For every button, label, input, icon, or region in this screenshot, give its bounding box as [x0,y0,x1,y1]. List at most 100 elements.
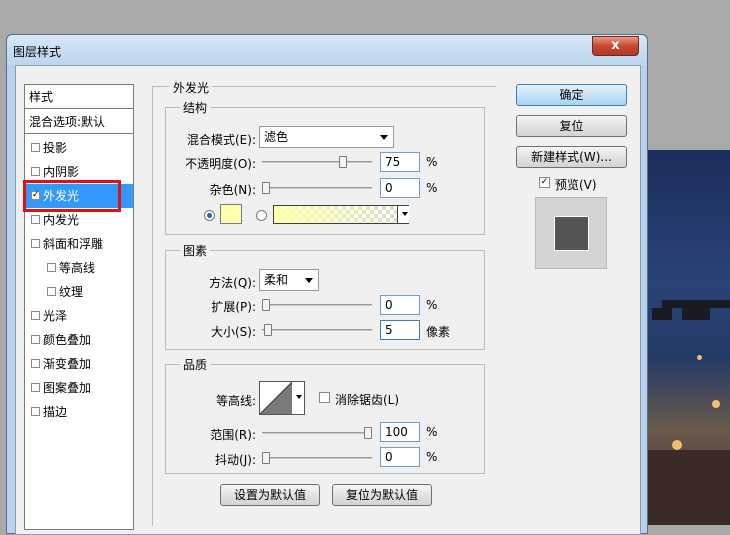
noise-input[interactable]: 0 [380,178,420,198]
contour-picker[interactable] [259,381,305,415]
noise-unit: % [426,181,438,195]
style-item[interactable]: 纹理 [25,280,133,304]
style-item-label: 颜色叠加 [43,333,92,347]
noise-slider[interactable] [262,187,372,189]
style-item-label: 等高线 [59,261,96,275]
technique-value: 柔和 [264,273,289,287]
style-item-label: 纹理 [59,285,84,299]
noise-label: 杂色(N): [209,183,256,197]
style-item-checkbox[interactable] [31,335,40,344]
style-item-label: 图案叠加 [43,381,92,395]
gradient-picker[interactable] [273,205,409,224]
style-item-checkbox[interactable] [47,263,56,272]
style-item-label: 光泽 [43,309,68,323]
elements-title: 图素 [180,242,211,259]
new-style-button[interactable]: 新建样式(W)... [516,146,627,168]
chevron-down-icon [380,135,388,140]
outer-glow-title: 外发光 [170,79,213,96]
jitter-input[interactable]: 0 [380,447,420,467]
blend-options-item[interactable]: 混合选项:默认 [25,110,133,134]
size-slider[interactable] [262,329,372,331]
style-item-checkbox[interactable] [31,143,40,152]
size-slider-thumb[interactable] [264,324,273,336]
style-item[interactable]: 投影 [25,136,133,160]
ok-button[interactable]: 确定 [516,84,627,106]
style-item[interactable]: 光泽 [25,304,133,328]
spread-input[interactable]: 0 [380,295,420,315]
style-item-label: 投影 [43,141,68,155]
style-item-checkbox[interactable] [31,407,40,416]
style-item[interactable]: 斜面和浮雕 [25,232,133,256]
title-bar: 图层样式 x [7,35,647,65]
style-item[interactable]: 颜色叠加 [25,328,133,352]
style-item[interactable]: 渐变叠加 [25,352,133,376]
preview-thumbnail [535,197,607,269]
reset-default-button[interactable]: 复位为默认值 [332,484,432,506]
style-item[interactable]: 图案叠加 [25,376,133,400]
jitter-unit: % [426,450,438,464]
jitter-slider[interactable] [262,457,372,459]
spread-slider-thumb[interactable] [262,299,270,311]
opacity-slider[interactable] [262,161,372,163]
technique-label: 方法(Q): [209,276,256,290]
size-input[interactable]: 5 [380,320,420,340]
chevron-down-icon [402,212,408,216]
noise-slider-thumb[interactable] [262,182,270,194]
set-default-button[interactable]: 设置为默认值 [220,484,320,506]
opacity-label: 不透明度(O): [185,157,256,171]
style-item-label: 渐变叠加 [43,357,92,371]
styles-list: 样式 混合选项:默认 投影 内阴影 ✓ 外发光 内发光 斜面和浮雕 等高线 纹理 光泽 颜色叠加渐… [24,84,134,530]
style-item-checkbox[interactable] [31,215,40,224]
chevron-down-icon [296,395,302,399]
preview-checkbox[interactable]: ✓ [539,177,550,188]
range-unit: % [426,425,438,439]
blend-mode-dropdown[interactable]: 滤色 [259,126,394,148]
anti-alias-label: 消除锯齿(L) [335,393,400,407]
chevron-down-icon [305,278,313,283]
styles-header[interactable]: 样式 [25,85,133,109]
style-item-checkbox[interactable] [31,359,40,368]
jitter-slider-thumb[interactable] [262,452,270,464]
preview-label: 预览(V) [555,178,597,192]
window-title: 图层样式 [13,45,62,59]
size-label: 大小(S): [210,325,256,339]
style-item-checkbox[interactable] [47,287,56,296]
spread-label: 扩展(P): [211,300,256,314]
contour-curve-icon [260,382,292,414]
style-item-checkbox[interactable] [31,311,40,320]
close-button[interactable]: x [592,36,639,56]
spread-unit: % [426,298,438,312]
glow-color-swatch[interactable] [220,204,242,224]
blend-mode-value: 滤色 [264,130,289,144]
contour-label: 等高线: [215,394,256,408]
background-photo [642,150,730,525]
jitter-label: 抖动(J): [215,453,256,467]
highlight-box [23,180,121,212]
gradient-dropdown-arrow[interactable] [397,206,409,223]
style-item-checkbox[interactable] [31,383,40,392]
range-slider-thumb[interactable] [364,427,372,439]
preview-swatch [555,217,588,250]
gradient-radio[interactable] [256,210,267,221]
style-item[interactable]: 等高线 [25,256,133,280]
size-unit: 像素 [426,325,451,339]
style-item-checkbox[interactable] [31,239,40,248]
style-item-checkbox[interactable] [31,167,40,176]
opacity-unit: % [426,155,438,169]
style-item-label: 描边 [43,405,68,419]
opacity-slider-thumb[interactable] [338,156,347,168]
style-item-label: 斜面和浮雕 [43,237,104,251]
range-input[interactable]: 100 [380,422,420,442]
opacity-input[interactable]: 75 [380,152,420,172]
spread-slider[interactable] [262,304,372,306]
color-radio[interactable] [204,210,215,221]
reset-button[interactable]: 复位 [516,115,627,137]
structure-title: 结构 [180,99,211,116]
style-item[interactable]: 描边 [25,400,133,424]
anti-alias-checkbox[interactable] [319,392,330,403]
blend-mode-label: 混合模式(E): [187,133,256,147]
quality-title: 品质 [180,356,211,373]
technique-dropdown[interactable]: 柔和 [259,269,319,291]
range-label: 范围(R): [210,428,256,442]
range-slider[interactable] [262,432,372,434]
